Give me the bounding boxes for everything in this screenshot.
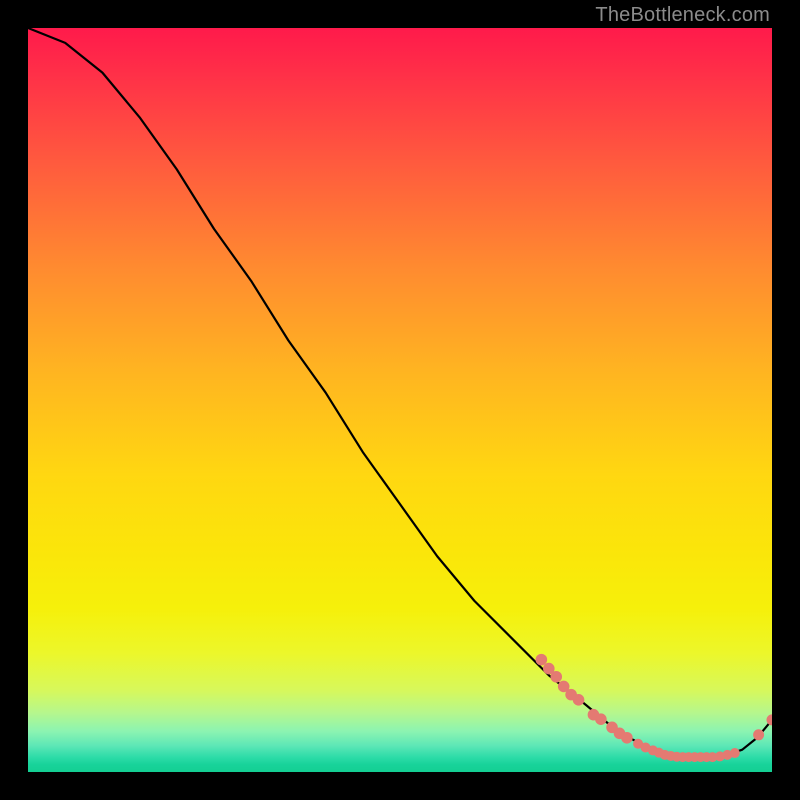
marker-dot	[544, 663, 555, 674]
marker-dot	[596, 714, 607, 725]
marker-dot	[573, 695, 584, 706]
chart-svg	[28, 28, 772, 772]
marker-dots	[536, 654, 772, 761]
chart-stage: TheBottleneck.com	[0, 0, 800, 800]
marker-dot	[622, 732, 633, 743]
marker-dot	[558, 681, 569, 692]
plot-area	[28, 28, 772, 772]
marker-dot	[551, 671, 562, 682]
curve-line	[28, 28, 772, 757]
marker-dot	[730, 749, 739, 758]
marker-dot	[536, 654, 547, 665]
marker-dot	[754, 730, 764, 740]
watermark-text: TheBottleneck.com	[595, 4, 770, 27]
